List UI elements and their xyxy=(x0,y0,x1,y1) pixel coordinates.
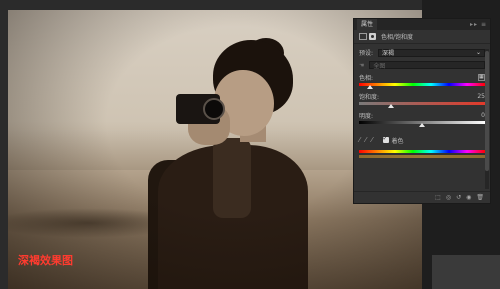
hue-track xyxy=(359,83,485,86)
adjustment-header: 色相/饱和度 xyxy=(354,30,490,44)
colorize-swatch-icon xyxy=(478,74,485,81)
target-adjustment-hand-icon[interactable]: ☚ xyxy=(359,62,364,69)
visibility-icon[interactable]: ◉ xyxy=(466,194,471,201)
colorize-checkbox[interactable] xyxy=(382,135,389,143)
panel-bottom-bar: ⬚ ◎ ↺ ◉ 🗑 xyxy=(354,191,490,203)
saturation-slider[interactable] xyxy=(359,101,485,109)
panel-scrollbar[interactable] xyxy=(485,49,489,189)
eyedropper-row: ⁄ ⁄ ⁄ 着色 xyxy=(354,132,490,148)
lightness-slider-thumb[interactable] xyxy=(419,123,425,127)
hue-label: 色相: xyxy=(359,75,374,82)
clip-to-layer-icon[interactable]: ⬚ xyxy=(435,194,441,201)
tab-properties[interactable]: 属性 xyxy=(357,19,378,30)
trash-icon[interactable]: 🗑 xyxy=(476,194,484,201)
hue-slider-thumb[interactable] xyxy=(367,85,374,89)
channel-value: 全图 xyxy=(373,62,386,70)
reset-icon[interactable]: ↺ xyxy=(456,194,461,201)
effect-caption: 深褐效果图 xyxy=(18,254,73,267)
panel-menu-icon[interactable]: ▸▸ ≡ xyxy=(470,21,487,28)
preset-value: 深褐 xyxy=(382,50,395,57)
scrollbar-thumb[interactable] xyxy=(485,51,489,171)
lightness-label-row: 明度: 0 xyxy=(354,111,490,120)
hue-slider[interactable] xyxy=(359,82,485,90)
colorize-label: 着色 xyxy=(391,137,404,145)
hue-label-row: 色相: xyxy=(354,73,490,82)
preset-label: 预设: xyxy=(359,50,374,57)
saturation-label-row: 饱和度: 25 xyxy=(354,92,490,101)
hue-saturation-adjustment-icon xyxy=(359,33,367,40)
lightness-slider[interactable] xyxy=(359,120,485,128)
lightness-label: 明度: xyxy=(359,113,374,120)
saturation-value[interactable]: 25 xyxy=(477,93,485,100)
panel-tabbar: 属性 ▸▸ ≡ xyxy=(354,19,490,30)
preset-select[interactable]: 深褐 ⌄ xyxy=(378,48,485,57)
layer-mask-icon[interactable] xyxy=(369,33,376,40)
input-color-spectrum xyxy=(359,150,485,153)
saturation-track xyxy=(359,102,485,105)
eyedropper-add-icon[interactable]: ⁄ xyxy=(365,136,366,144)
eyedropper-icon[interactable]: ⁄ xyxy=(359,136,360,144)
view-previous-icon[interactable]: ◎ xyxy=(446,194,451,201)
eyedropper-subtract-icon[interactable]: ⁄ xyxy=(371,136,372,144)
channel-select[interactable]: 全图 xyxy=(369,61,485,70)
chevron-down-icon: ⌄ xyxy=(475,49,481,56)
preset-row: 预设: 深褐 ⌄ xyxy=(354,46,490,59)
output-color-spectrum xyxy=(359,155,485,158)
saturation-slider-thumb[interactable] xyxy=(387,104,394,108)
saturation-label: 饱和度: xyxy=(359,94,380,101)
adjustment-title: 色相/饱和度 xyxy=(381,34,414,41)
workspace-panel-edge xyxy=(432,255,500,289)
channel-row: ☚ 全图 xyxy=(354,59,490,71)
properties-panel: 属性 ▸▸ ≡ 色相/饱和度 预设: 深褐 ⌄ ☚ 全图 色相: 饱和度: 25 xyxy=(353,18,491,204)
